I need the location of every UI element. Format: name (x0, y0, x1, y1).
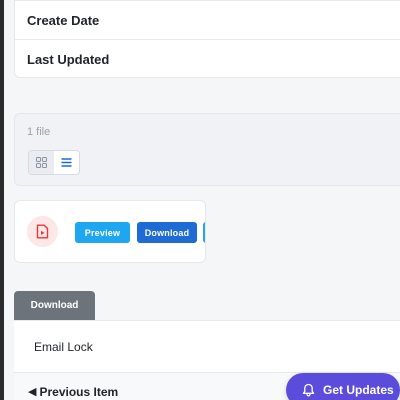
get-updates-label: Get Updates (323, 383, 394, 397)
file-item: Preview Download (14, 200, 206, 263)
window-edge (0, 0, 4, 400)
download-button[interactable]: Download (14, 291, 95, 320)
preview-button[interactable]: Preview (75, 222, 130, 243)
file-count: 1 file (27, 126, 51, 138)
grid-icon (36, 157, 47, 168)
grid-view-button[interactable] (29, 151, 54, 174)
email-lock-label: Email Lock (34, 339, 93, 354)
email-lock-section: Email Lock (14, 320, 400, 372)
last-updated-label: Last Updated (27, 51, 110, 67)
last-updated-row: Last Updated (15, 40, 400, 78)
file-download-button[interactable]: Download (137, 222, 197, 243)
previous-item-label: Previous Item (39, 385, 119, 399)
bell-icon (302, 383, 315, 397)
file-type-badge (27, 216, 58, 247)
list-view-button[interactable] (54, 151, 79, 174)
list-icon (61, 158, 72, 167)
files-panel: 1 file (14, 113, 400, 186)
pdf-file-icon (36, 224, 49, 239)
view-toggle (28, 150, 80, 175)
get-updates-button[interactable]: Get Updates (286, 373, 400, 400)
more-action-button[interactable] (203, 222, 205, 243)
details-card: Create Date Last Updated (14, 0, 400, 78)
create-date-row: Create Date (15, 1, 400, 40)
previous-arrow-icon: ◀ (28, 386, 37, 398)
create-date-label: Create Date (27, 12, 100, 28)
